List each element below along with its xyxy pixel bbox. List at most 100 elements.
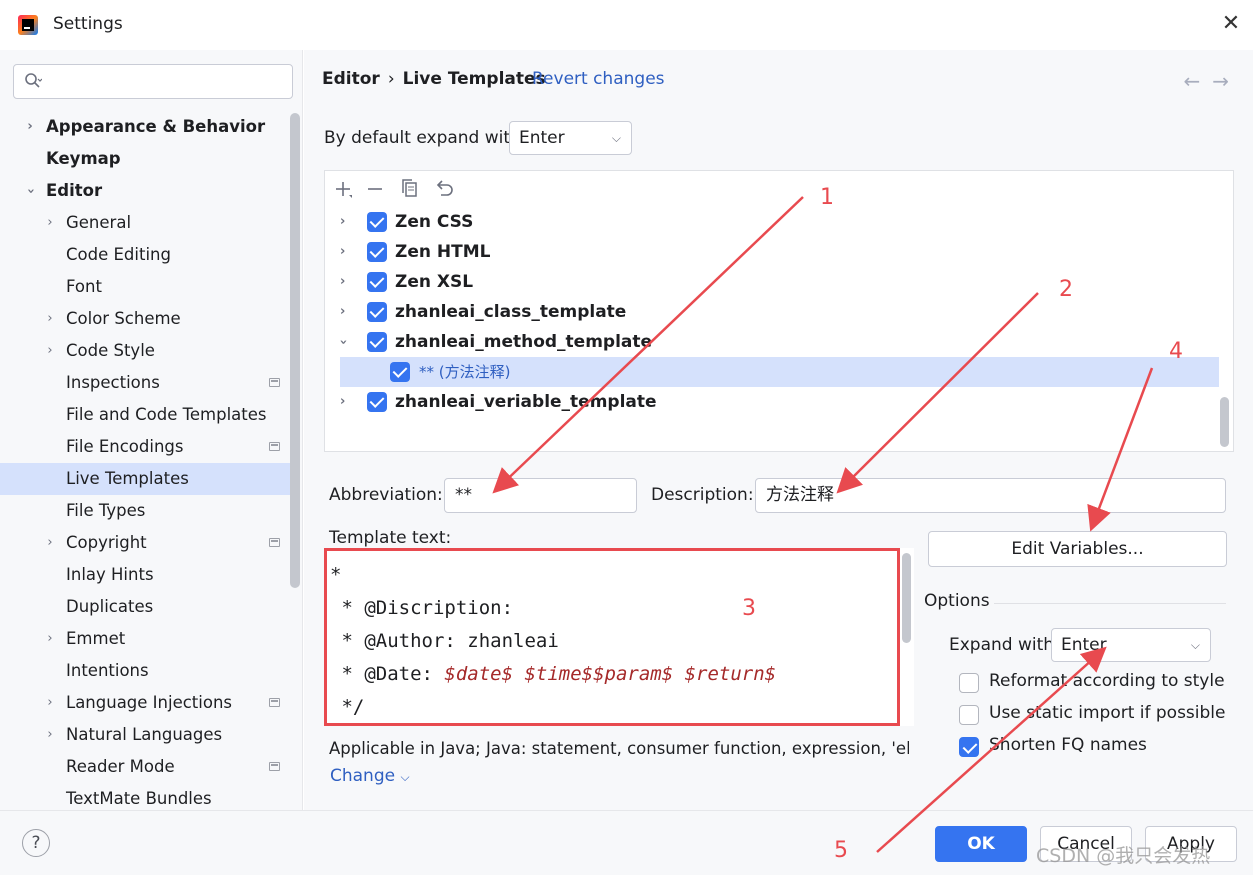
reformat-checkbox[interactable] (959, 673, 979, 693)
sidebar-item-intentions[interactable]: Intentions (0, 655, 290, 687)
code-line: * @Author: zhanleai (330, 630, 559, 652)
sidebar-item-keymap[interactable]: Keymap (0, 143, 290, 175)
template-group-checkbox[interactable] (367, 242, 387, 262)
expand-with-value: Enter (1061, 635, 1107, 655)
title-bar: Settings ✕ (0, 0, 1253, 50)
sidebar-item-copyright[interactable]: › Copyright (0, 527, 290, 559)
chevron-right-icon[interactable]: › (23, 111, 37, 143)
options-heading: Options (924, 591, 990, 611)
chevron-right-icon[interactable]: › (340, 237, 345, 267)
template-group-method[interactable]: › zhanleai_method_template (325, 327, 1205, 357)
sidebar-item-inspections[interactable]: Inspections (0, 367, 290, 399)
abbreviation-input[interactable]: ** (444, 478, 637, 513)
template-group-checkbox[interactable] (367, 272, 387, 292)
sidebar-item-inlay-hints[interactable]: Inlay Hints (0, 559, 290, 591)
chevron-right-icon[interactable]: › (340, 387, 345, 417)
template-group-checkbox[interactable] (367, 392, 387, 412)
template-text-editor[interactable]: * * @Discription: * @Author: zhanleai * … (324, 548, 900, 726)
sidebar-item-editor[interactable]: › Editor (0, 175, 290, 207)
chevron-down-icon: ⌵ (611, 131, 621, 145)
sidebar-item-font[interactable]: Font (0, 271, 290, 303)
template-group-zen-xsl[interactable]: › Zen XSL (325, 267, 1205, 297)
options-divider (994, 603, 1226, 604)
sidebar-item-live-templates[interactable]: Live Templates (0, 463, 290, 495)
restore-icon[interactable] (432, 177, 456, 201)
template-group-checkbox[interactable] (367, 212, 387, 232)
chevron-right-icon[interactable]: › (340, 297, 345, 327)
code-line: */ (330, 696, 365, 718)
edit-variables-button[interactable]: Edit Variables... (928, 531, 1227, 567)
template-group-class[interactable]: › zhanleai_class_template (325, 297, 1205, 327)
change-contexts-link[interactable]: Change ⌵ (330, 766, 410, 786)
chevron-down-icon[interactable]: › (14, 184, 46, 198)
chevron-right-icon[interactable]: › (43, 623, 57, 655)
description-input[interactable]: 方法注释 (755, 478, 1226, 513)
shorten-fq-checkbox[interactable] (959, 737, 979, 757)
templates-tree-panel: › Zen CSS › Zen HTML › Zen XSL › zhanlea… (324, 170, 1234, 452)
template-group-checkbox[interactable] (367, 302, 387, 322)
template-item-checkbox[interactable] (390, 362, 410, 382)
search-input[interactable] (13, 64, 293, 99)
copy-icon[interactable] (398, 177, 422, 201)
help-icon[interactable]: ? (22, 829, 50, 857)
sidebar-item-color-scheme[interactable]: › Color Scheme (0, 303, 290, 335)
sidebar-item-natural-languages[interactable]: › Natural Languages (0, 719, 290, 751)
code-line: * (330, 564, 342, 586)
revert-changes-link[interactable]: Revert changes (532, 69, 665, 89)
chevron-right-icon[interactable]: › (43, 719, 57, 751)
sidebar-item-file-code-templates[interactable]: File and Code Templates (0, 399, 290, 431)
sidebar-item-file-types[interactable]: File Types (0, 495, 290, 527)
sidebar-item-duplicates[interactable]: Duplicates (0, 591, 290, 623)
default-expand-dropdown[interactable]: Enter ⌵ (509, 121, 632, 155)
templates-scrollbar[interactable] (1220, 397, 1229, 447)
remove-icon[interactable] (363, 177, 387, 201)
sidebar-item-code-style[interactable]: › Code Style (0, 335, 290, 367)
default-expand-label: By default expand with (324, 128, 521, 148)
sidebar-scrollbar[interactable] (290, 113, 300, 588)
expand-with-dropdown[interactable]: Enter ⌵ (1051, 628, 1211, 662)
chevron-right-icon[interactable]: › (43, 687, 57, 719)
template-item-method-comment[interactable]: ** (方法注释) (340, 357, 1219, 387)
project-scope-icon (269, 378, 280, 387)
sidebar-item-file-encodings[interactable]: File Encodings (0, 431, 290, 463)
ok-button[interactable]: OK (935, 826, 1027, 862)
chevron-right-icon[interactable]: › (340, 207, 345, 237)
template-group-checkbox[interactable] (367, 332, 387, 352)
sidebar-item-reader-mode[interactable]: Reader Mode (0, 751, 290, 783)
reformat-label: Reformat according to style (989, 671, 1225, 691)
sidebar-item-language-injections[interactable]: › Language Injections (0, 687, 290, 719)
static-import-checkbox[interactable] (959, 705, 979, 725)
static-import-label: Use static import if possible (989, 703, 1226, 723)
sidebar-item-emmet[interactable]: › Emmet (0, 623, 290, 655)
code-line: * @Discription: (330, 597, 514, 619)
chevron-right-icon[interactable]: › (43, 303, 57, 335)
sidebar-item-code-editing[interactable]: Code Editing (0, 239, 290, 271)
chevron-down-icon[interactable]: › (328, 339, 358, 344)
back-arrow-icon[interactable]: ← (1183, 69, 1212, 93)
abbreviation-label: Abbreviation: (329, 485, 443, 505)
annotation-label-2: 2 (1059, 277, 1073, 302)
annotation-label-3: 3 (742, 596, 756, 621)
editor-scrollbar[interactable] (902, 553, 911, 643)
settings-sidebar: › Appearance & Behavior Keymap › Editor … (0, 50, 303, 810)
forward-arrow-icon[interactable]: → (1212, 69, 1241, 93)
sidebar-item-appearance[interactable]: › Appearance & Behavior (0, 111, 290, 143)
chevron-right-icon[interactable]: › (43, 207, 57, 239)
annotation-label-5: 5 (834, 838, 848, 863)
dialog-footer: ? OK Cancel Apply CSDN @我只会发热 (0, 810, 1253, 875)
sidebar-item-general[interactable]: › General (0, 207, 290, 239)
window-title: Settings (53, 14, 123, 34)
breadcrumb-live-templates: Live Templates (402, 69, 546, 89)
breadcrumb-editor[interactable]: Editor (322, 69, 380, 89)
chevron-right-icon[interactable]: › (43, 335, 57, 367)
template-group-zen-html[interactable]: › Zen HTML (325, 237, 1205, 267)
close-icon[interactable]: ✕ (1219, 12, 1243, 36)
add-icon[interactable] (331, 177, 355, 201)
chevron-right-icon[interactable]: › (43, 527, 57, 559)
template-group-veriable[interactable]: › zhanleai_veriable_template (325, 387, 1205, 417)
project-scope-icon (269, 762, 280, 771)
chevron-right-icon[interactable]: › (340, 267, 345, 297)
template-group-zen-css[interactable]: › Zen CSS (325, 207, 1205, 237)
nav-arrows: ←→ (1183, 69, 1241, 93)
expand-with-label: Expand with (949, 635, 1055, 655)
